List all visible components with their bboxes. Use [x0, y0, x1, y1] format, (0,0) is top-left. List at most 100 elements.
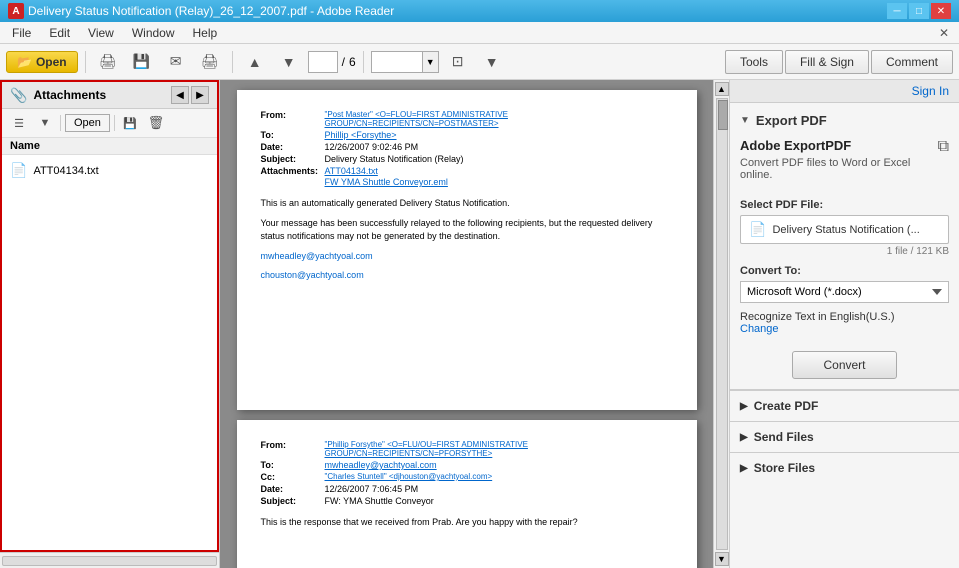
attachments-list-view-button[interactable]: ☰ [8, 112, 30, 134]
create-pdf-header[interactable]: ▶ Create PDF [730, 391, 959, 421]
send-files-label: Send Files [754, 430, 814, 444]
pdf2-date-field: Date: 12/26/2007 7:06:45 PM [261, 484, 673, 494]
scroll-down-button[interactable]: ▼ [715, 552, 729, 566]
scroll-track[interactable] [716, 98, 728, 550]
convert-to-label: Convert To: [740, 265, 949, 277]
pdf-view-area: From: "Post Master" <O=FLOU=FIRST ADMINI… [220, 80, 729, 568]
attachments-prev-button[interactable]: ◀ [171, 86, 189, 104]
menu-view[interactable]: View [80, 24, 122, 42]
fit-button[interactable]: ⊡ [443, 48, 473, 76]
menu-edit[interactable]: Edit [41, 24, 78, 42]
pdf2-cc-field: Cc: "Charles Stuntell" <djhouston@yachty… [261, 472, 673, 482]
minimize-button[interactable]: ─ [887, 3, 907, 19]
pdf-body: This is an automatically generated Deliv… [261, 197, 673, 283]
copy-icon[interactable]: ⧉ [938, 138, 949, 156]
scroll-thumb[interactable] [718, 100, 728, 130]
attachments-menu-button[interactable]: ▼ [34, 112, 56, 134]
convert-to-select[interactable]: Microsoft Word (*.docx) Microsoft Excel … [740, 281, 949, 303]
list-item[interactable]: 📄 ATT04134.txt [6, 159, 213, 182]
pdf2-cc-label: Cc: [261, 472, 321, 482]
body-para-1: This is an automatically generated Deliv… [261, 197, 673, 211]
convert-button[interactable]: Convert [792, 351, 896, 379]
store-files-header[interactable]: ▶ Store Files [730, 453, 959, 483]
open-button[interactable]: 📂 Open [6, 51, 78, 73]
page-navigation: 1 / 6 [308, 51, 356, 73]
to-value: Phillip <Forsythe> [325, 130, 397, 140]
zoom-dropdown-button[interactable]: ▼ [422, 52, 438, 72]
pdf2-date-label: Date: [261, 484, 321, 494]
store-files-toggle-icon: ▶ [740, 463, 748, 474]
menu-window[interactable]: Window [124, 24, 183, 42]
print-setup-button[interactable]: 🖨 [93, 48, 123, 76]
attachments-column-header: Name [2, 138, 217, 155]
file-size-label: 1 file / 121 KB [740, 246, 949, 257]
nav-next-button[interactable]: ▼ [274, 48, 304, 76]
pdf-attachments-field: Attachments: ATT04134.txt FW YMA Shuttle… [261, 166, 673, 187]
email-button[interactable]: ✉ [161, 48, 191, 76]
create-pdf-label: Create PDF [754, 399, 819, 413]
pdf-viewer[interactable]: From: "Post Master" <O=FLOU=FIRST ADMINI… [220, 80, 713, 568]
body-para-2: Your message has been successfully relay… [261, 217, 673, 244]
toolbar-separator-2 [232, 51, 233, 73]
vertical-scrollbar[interactable]: ▲ ▼ [713, 80, 729, 568]
right-panel: Sign In ▼ Export PDF Adobe ExportPDF Con… [729, 80, 959, 568]
page-input[interactable]: 1 [308, 51, 338, 73]
export-pdf-section: ▼ Export PDF Adobe ExportPDF Convert PDF… [730, 103, 959, 390]
export-service-header: Adobe ExportPDF Convert PDF files to Wor… [740, 138, 949, 191]
selected-file-name: Delivery Status Notification (... [772, 224, 919, 236]
attachments-save-button[interactable]: 💾 [119, 112, 141, 134]
file-icon: 📄 [10, 162, 27, 179]
maximize-button[interactable]: □ [909, 3, 929, 19]
store-files-section: ▶ Store Files [730, 452, 959, 483]
date-label: Date: [261, 142, 321, 152]
ocr-change-link[interactable]: Change [740, 323, 779, 335]
nav-prev-button[interactable]: ▲ [240, 48, 270, 76]
service-name: Adobe ExportPDF [740, 138, 938, 153]
pdf2-date-value: 12/26/2007 7:06:45 PM [325, 484, 419, 494]
title-bar: A Delivery Status Notification (Relay)_2… [0, 0, 959, 22]
ocr-label: Recognize Text in English(U.S.) [740, 311, 894, 323]
view-options-button[interactable]: ▼ [477, 48, 507, 76]
create-pdf-toggle-icon: ▶ [740, 401, 748, 412]
open-label: Open [36, 55, 67, 69]
from-label: From: [261, 110, 321, 128]
export-toggle-icon[interactable]: ▼ [740, 115, 750, 126]
left-panel: 📎 Attachments ◀ ▶ ☰ ▼ Open 💾 🗑 Name [0, 80, 220, 568]
horizontal-scrollbar[interactable] [0, 552, 219, 568]
pdf2-from-value: "Phillip Forsythe" <O=FLU/OU=FIRST ADMIN… [325, 440, 673, 458]
save-button[interactable]: 💾 [127, 48, 157, 76]
pdf-subject-field: Subject: Delivery Status Notification (R… [261, 154, 673, 164]
tools-button[interactable]: Tools [725, 50, 783, 74]
pdf2-body-text: This is the response that we received fr… [261, 516, 673, 530]
close-button[interactable]: ✕ [931, 3, 951, 19]
menu-file[interactable]: File [4, 24, 39, 42]
pdf-from-field: From: "Post Master" <O=FLOU=FIRST ADMINI… [261, 110, 673, 128]
pdf2-from-field: From: "Phillip Forsythe" <O=FLU/OU=FIRST… [261, 440, 673, 458]
subject-label: Subject: [261, 154, 321, 164]
sign-in-link[interactable]: Sign In [912, 84, 949, 98]
send-files-section: ▶ Send Files [730, 421, 959, 452]
paperclip-icon: 📎 [10, 87, 27, 104]
to-label: To: [261, 130, 321, 140]
page-total: 6 [349, 55, 356, 69]
selected-file-box[interactable]: 📄 Delivery Status Notification (... [740, 215, 949, 244]
send-files-header[interactable]: ▶ Send Files [730, 422, 959, 452]
attachments-next-button[interactable]: ▶ [191, 86, 209, 104]
attachments-open-button[interactable]: Open [65, 114, 110, 132]
comment-button[interactable]: Comment [871, 50, 953, 74]
menu-help[interactable]: Help [185, 24, 226, 42]
scrollbar-track[interactable] [2, 556, 217, 566]
zoom-control: 36.2% ▼ [371, 51, 439, 73]
scroll-up-button[interactable]: ▲ [715, 82, 729, 96]
main-content: 📎 Attachments ◀ ▶ ☰ ▼ Open 💾 🗑 Name [0, 80, 959, 568]
close-panel-icon[interactable]: ✕ [933, 24, 955, 42]
zoom-input[interactable]: 36.2% [372, 52, 422, 72]
attachments-delete-button[interactable]: 🗑 [145, 112, 167, 134]
print-button[interactable]: 🖨 [195, 48, 225, 76]
date-value: 12/26/2007 9:02:46 PM [325, 142, 419, 152]
from-value: "Post Master" <O=FLOU=FIRST ADMINISTRATI… [325, 110, 673, 128]
fill-sign-button[interactable]: Fill & Sign [785, 50, 869, 74]
pdf2-subject-field: Subject: FW: YMA Shuttle Conveyor [261, 496, 673, 506]
page-sep: / [342, 55, 345, 69]
pdf-page-2: From: "Phillip Forsythe" <O=FLU/OU=FIRST… [237, 420, 697, 568]
